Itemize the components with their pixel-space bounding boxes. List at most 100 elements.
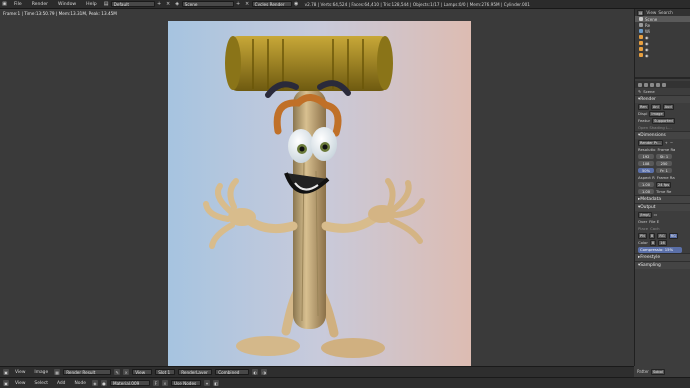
resolution-percentage-field[interactable]: 50% bbox=[638, 168, 654, 173]
sampling-section-header[interactable]: ▾ Sampling bbox=[635, 261, 690, 269]
menu-help[interactable]: Help bbox=[81, 2, 101, 7]
scene-selector[interactable]: Scene bbox=[181, 1, 234, 7]
audio-button[interactable]: Aud bbox=[662, 103, 674, 110]
render-engine-selector[interactable]: Cycles Render bbox=[251, 1, 292, 7]
outliner-view-menu[interactable]: View bbox=[646, 10, 656, 15]
remove-preset-icon[interactable]: − bbox=[670, 140, 673, 145]
output-path-field[interactable]: /tmp\ bbox=[638, 211, 652, 218]
properties-tabs[interactable] bbox=[635, 81, 690, 88]
menu-select[interactable]: Select bbox=[31, 381, 51, 386]
outliner-row-object[interactable]: ◉ bbox=[635, 52, 690, 58]
render-button[interactable]: Ren bbox=[638, 103, 649, 110]
scene-tab-icon[interactable] bbox=[650, 82, 654, 87]
render-layer-selector[interactable]: RenderLayer bbox=[178, 369, 213, 375]
frame-start-field[interactable]: St: 1 bbox=[656, 154, 672, 159]
render-presets-selector[interactable]: Render Pr... bbox=[638, 139, 663, 146]
close-layout-icon[interactable]: × bbox=[164, 0, 173, 9]
menu-view[interactable]: View bbox=[12, 381, 28, 386]
aspect-x-field[interactable]: 1.00 bbox=[638, 182, 654, 187]
folder-icon[interactable]: ▭ bbox=[654, 212, 658, 217]
snap-icon[interactable]: ⌖ bbox=[203, 380, 210, 386]
pin-icon[interactable]: ✎ bbox=[638, 89, 641, 94]
node-editor-header: ▣ View Select Add Node ◈ ● Material.009 … bbox=[0, 377, 690, 388]
menu-add[interactable]: Add bbox=[54, 381, 69, 386]
color-depth-16-button[interactable]: 16 bbox=[658, 239, 667, 246]
render-pass-selector[interactable]: Combined bbox=[215, 369, 250, 375]
render-tab-icon[interactable] bbox=[638, 82, 642, 87]
editor-type-icon[interactable]: ▣ bbox=[0, 0, 9, 9]
material-name-field[interactable]: Material.009 bbox=[109, 380, 150, 386]
dimensions-section-header[interactable]: ▾ Dimensions bbox=[635, 131, 690, 139]
rgb-button[interactable]: RG bbox=[657, 232, 667, 239]
view-selector[interactable]: View bbox=[132, 369, 153, 375]
outliner-header: ▤ View Search bbox=[635, 9, 690, 16]
color-depth-8-button[interactable]: 8 bbox=[649, 239, 657, 246]
use-nodes-checkbox[interactable]: Use Nodes bbox=[170, 380, 201, 386]
placeholders-row: Place Cach bbox=[635, 225, 690, 232]
aspect-x-row: 1.00 24 fps bbox=[635, 181, 690, 188]
image-browse-icon[interactable]: ▦ bbox=[54, 369, 61, 375]
close-material-icon[interactable]: × bbox=[161, 380, 168, 386]
frame-step-field[interactable]: Fr: 1 bbox=[656, 168, 672, 173]
layers-tab-icon[interactable] bbox=[644, 82, 648, 87]
outliner-row-label: Wi bbox=[645, 28, 650, 34]
rgba-button[interactable]: RG bbox=[668, 232, 678, 239]
pin-image-icon[interactable]: ✎ bbox=[114, 369, 121, 375]
freestyle-section-header[interactable]: ▸ Freestyle bbox=[635, 253, 690, 261]
menu-node[interactable]: Node bbox=[71, 381, 88, 386]
output-path-row: /tmp\ ▭ bbox=[635, 211, 690, 218]
close-image-icon[interactable]: × bbox=[123, 369, 130, 375]
display-selector[interactable]: Image bbox=[649, 110, 665, 117]
file-extensions-checkbox[interactable]: File E bbox=[649, 219, 659, 224]
output-section-header[interactable]: ▾ Output bbox=[635, 203, 690, 211]
image-editor-viewport[interactable]: Frame:1 | Time:13:50.79 | Mem:13.31M, Pe… bbox=[0, 9, 634, 366]
metadata-section-header[interactable]: ▸ Metadata bbox=[635, 195, 690, 203]
properties-editor[interactable]: ✎ Scene ▾ Render Ren Ani Aud Displ Image… bbox=[635, 81, 690, 269]
placeholders-checkbox[interactable]: Place bbox=[638, 226, 648, 231]
close-scene-icon[interactable]: × bbox=[243, 0, 252, 9]
animation-button[interactable]: Ani bbox=[650, 103, 661, 110]
menu-view[interactable]: View bbox=[12, 370, 28, 375]
feature-set-selector[interactable]: Supported bbox=[652, 117, 675, 124]
editor-type-icon[interactable]: ▣ bbox=[3, 369, 9, 375]
material-browse-icon[interactable]: ● bbox=[100, 380, 107, 386]
pattern-selector[interactable]: Sobol bbox=[650, 368, 665, 375]
menu-image[interactable]: Image bbox=[31, 370, 51, 375]
eye-icon[interactable]: ◉ bbox=[645, 47, 649, 52]
material-users-icon[interactable]: F bbox=[152, 380, 159, 386]
menu-window[interactable]: Window bbox=[53, 2, 81, 7]
object-tab-icon[interactable] bbox=[662, 82, 666, 87]
file-format-selector[interactable]: PN bbox=[638, 232, 647, 239]
world-tab-icon[interactable] bbox=[656, 82, 660, 87]
outliner-type-icon[interactable]: ▤ bbox=[637, 9, 645, 16]
fps-selector[interactable]: 24 fps bbox=[656, 181, 672, 188]
compression-slider[interactable]: Compressio: 15% bbox=[638, 246, 682, 253]
outliner[interactable]: ▤ View Search Scene Re Wi ◉ ◉ ◉ ◉ bbox=[635, 9, 690, 79]
frame-end-field[interactable]: 250 bbox=[656, 161, 672, 166]
menu-file[interactable]: File bbox=[9, 2, 27, 7]
cache-checkbox[interactable]: Cach bbox=[650, 226, 659, 231]
shader-nodes-icon[interactable]: ◈ bbox=[91, 380, 98, 386]
add-scene-icon[interactable]: + bbox=[234, 0, 243, 9]
editor-type-icon[interactable]: ▣ bbox=[3, 380, 9, 386]
layout-selector[interactable]: Default bbox=[110, 1, 155, 7]
render-section-header[interactable]: ▾ Render bbox=[635, 95, 690, 103]
image-name-field[interactable]: Render Result bbox=[63, 369, 112, 375]
slot-selector[interactable]: Slot 1 bbox=[155, 369, 176, 375]
add-preset-icon[interactable]: + bbox=[665, 140, 668, 145]
resolution-y-field[interactable]: 108 bbox=[638, 161, 654, 166]
open-shading-checkbox[interactable]: Open Shading L... bbox=[638, 125, 672, 130]
eye-icon[interactable]: ◉ bbox=[645, 35, 649, 40]
overwrite-checkbox[interactable]: Over bbox=[638, 219, 647, 224]
resolution-x-field[interactable]: 192 bbox=[638, 154, 654, 159]
aspect-y-field[interactable]: 1.00 bbox=[638, 189, 654, 194]
eye-icon[interactable]: ◉ bbox=[645, 41, 649, 46]
eye-icon[interactable]: ◉ bbox=[645, 53, 649, 58]
render-slot-icon[interactable]: ◑ bbox=[261, 369, 268, 375]
display-channels-icon[interactable]: ◐ bbox=[252, 369, 259, 375]
outliner-search-menu[interactable]: Search bbox=[658, 10, 672, 15]
menu-render[interactable]: Render bbox=[27, 2, 53, 7]
add-layout-icon[interactable]: + bbox=[155, 0, 164, 9]
bw-button[interactable]: B bbox=[648, 232, 656, 239]
backdrop-icon[interactable]: ◧ bbox=[212, 380, 219, 386]
